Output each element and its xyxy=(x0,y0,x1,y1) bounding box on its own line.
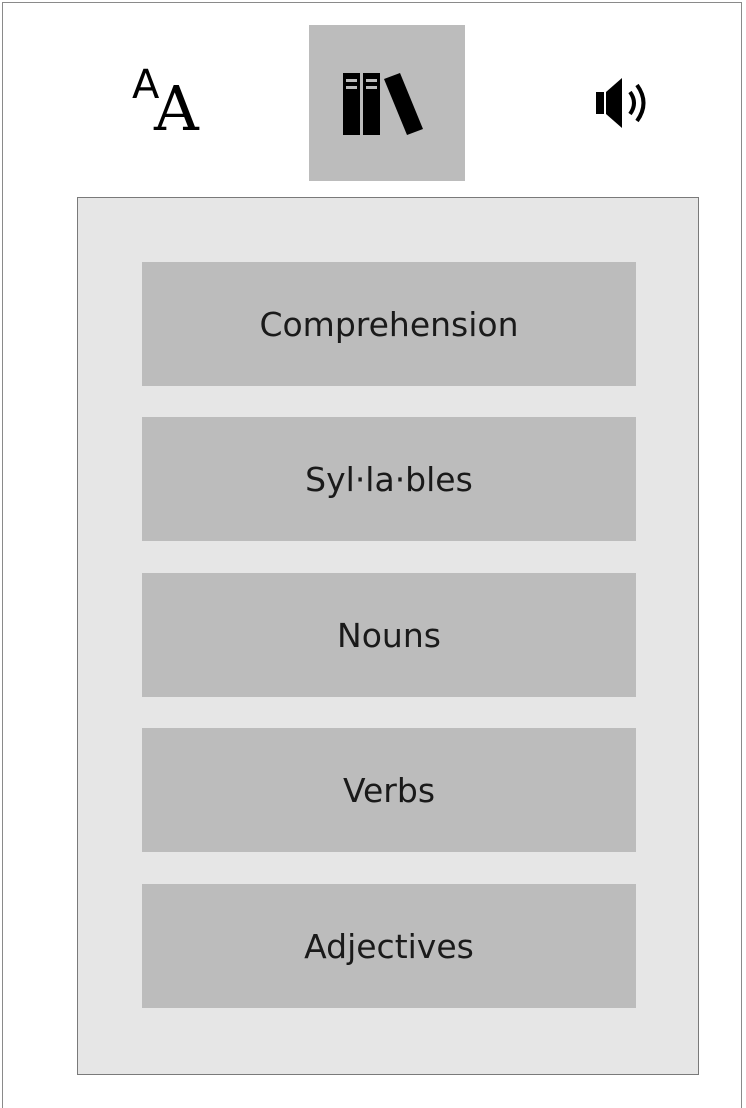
nouns-button[interactable]: Nouns xyxy=(142,573,636,697)
text-size-button[interactable]: A A xyxy=(78,25,234,181)
app-window: A A Comprehension Syl·la·bles Nouns Verb… xyxy=(2,2,742,1108)
library-books-icon xyxy=(343,73,423,135)
word-activity-panel: Comprehension Syl·la·bles Nouns Verbs Ad… xyxy=(77,197,699,1075)
speaker-volume-icon xyxy=(596,78,646,128)
library-button[interactable] xyxy=(309,25,465,181)
syllables-button[interactable]: Syl·la·bles xyxy=(142,417,636,541)
text-size-big-letter: A xyxy=(154,72,199,145)
adjectives-button[interactable]: Adjectives xyxy=(142,884,636,1008)
text-size-icon: A A xyxy=(101,58,211,148)
comprehension-button[interactable]: Comprehension xyxy=(142,262,636,386)
verbs-button[interactable]: Verbs xyxy=(142,728,636,852)
audio-button[interactable] xyxy=(549,25,705,181)
